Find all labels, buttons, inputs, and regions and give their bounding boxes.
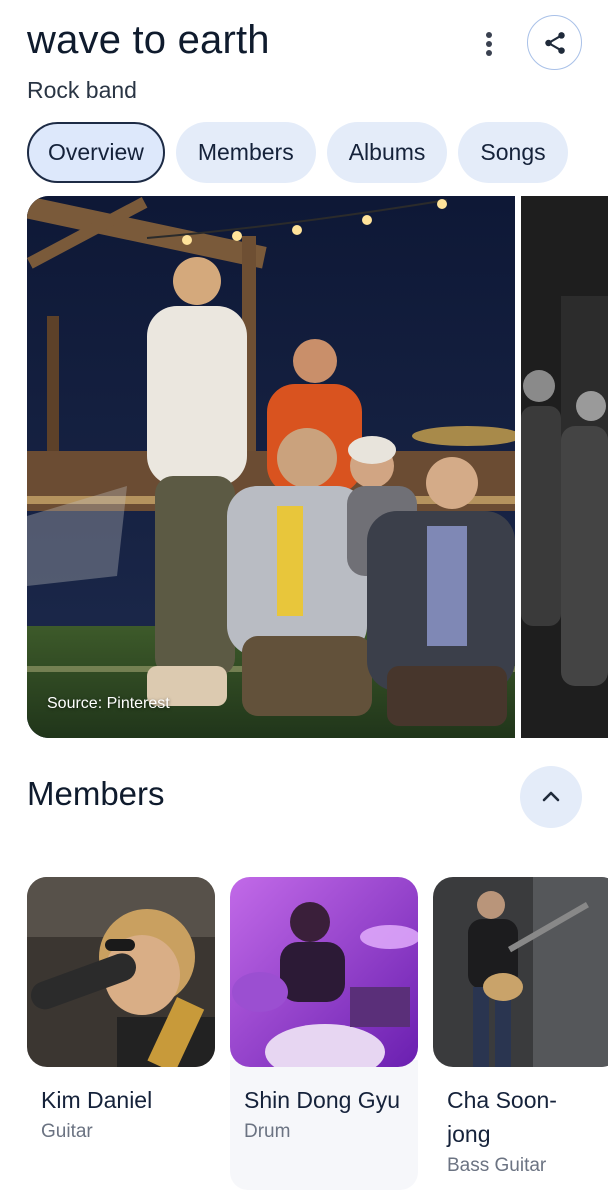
member-role: Drum <box>244 1121 291 1142</box>
collapse-members-button[interactable] <box>520 766 582 828</box>
member-photo <box>230 877 418 1067</box>
chevron-up-icon <box>542 791 560 802</box>
tab-bar: Overview Members Albums Songs <box>27 122 568 183</box>
member-name: Shin Dong Gyu <box>244 1087 400 1113</box>
image-source-label: Source: Pinterest <box>47 695 170 712</box>
next-photo-illustration <box>521 196 608 738</box>
band-photo[interactable]: Source: Pinterest <box>27 196 515 738</box>
page-title: wave to earth <box>27 18 270 62</box>
member-name: Cha Soon- jong <box>447 1087 557 1147</box>
tab-albums[interactable]: Albums <box>326 122 448 183</box>
more-options-button[interactable] <box>472 24 506 64</box>
member-card-shin-dong-gyu[interactable]: Shin Dong Gyu Drum <box>230 877 418 1147</box>
member-card-kim-daniel[interactable]: Kim Daniel Guitar <box>27 877 215 1147</box>
member-photo <box>27 877 215 1067</box>
next-photo-peek[interactable] <box>521 196 608 738</box>
share-button[interactable] <box>527 15 582 70</box>
entity-type: Rock band <box>27 77 137 103</box>
members-section-title: Members <box>27 775 165 812</box>
member-role: Guitar <box>41 1121 93 1142</box>
member-photo <box>433 877 608 1067</box>
member-role: Bass Guitar <box>447 1155 547 1176</box>
member-card-cha-soon-jong[interactable]: Cha Soon- jong Bass Guitar <box>433 877 608 1181</box>
more-vert-icon <box>486 32 492 56</box>
tab-members[interactable]: Members <box>175 122 316 183</box>
share-icon <box>544 31 565 54</box>
member-name: Kim Daniel <box>41 1087 153 1113</box>
tab-songs[interactable]: Songs <box>458 122 568 183</box>
band-photo-illustration <box>27 196 515 738</box>
tab-overview[interactable]: Overview <box>27 122 165 183</box>
knowledge-panel: wave to earth Rock band Overview Members… <box>0 0 608 1199</box>
